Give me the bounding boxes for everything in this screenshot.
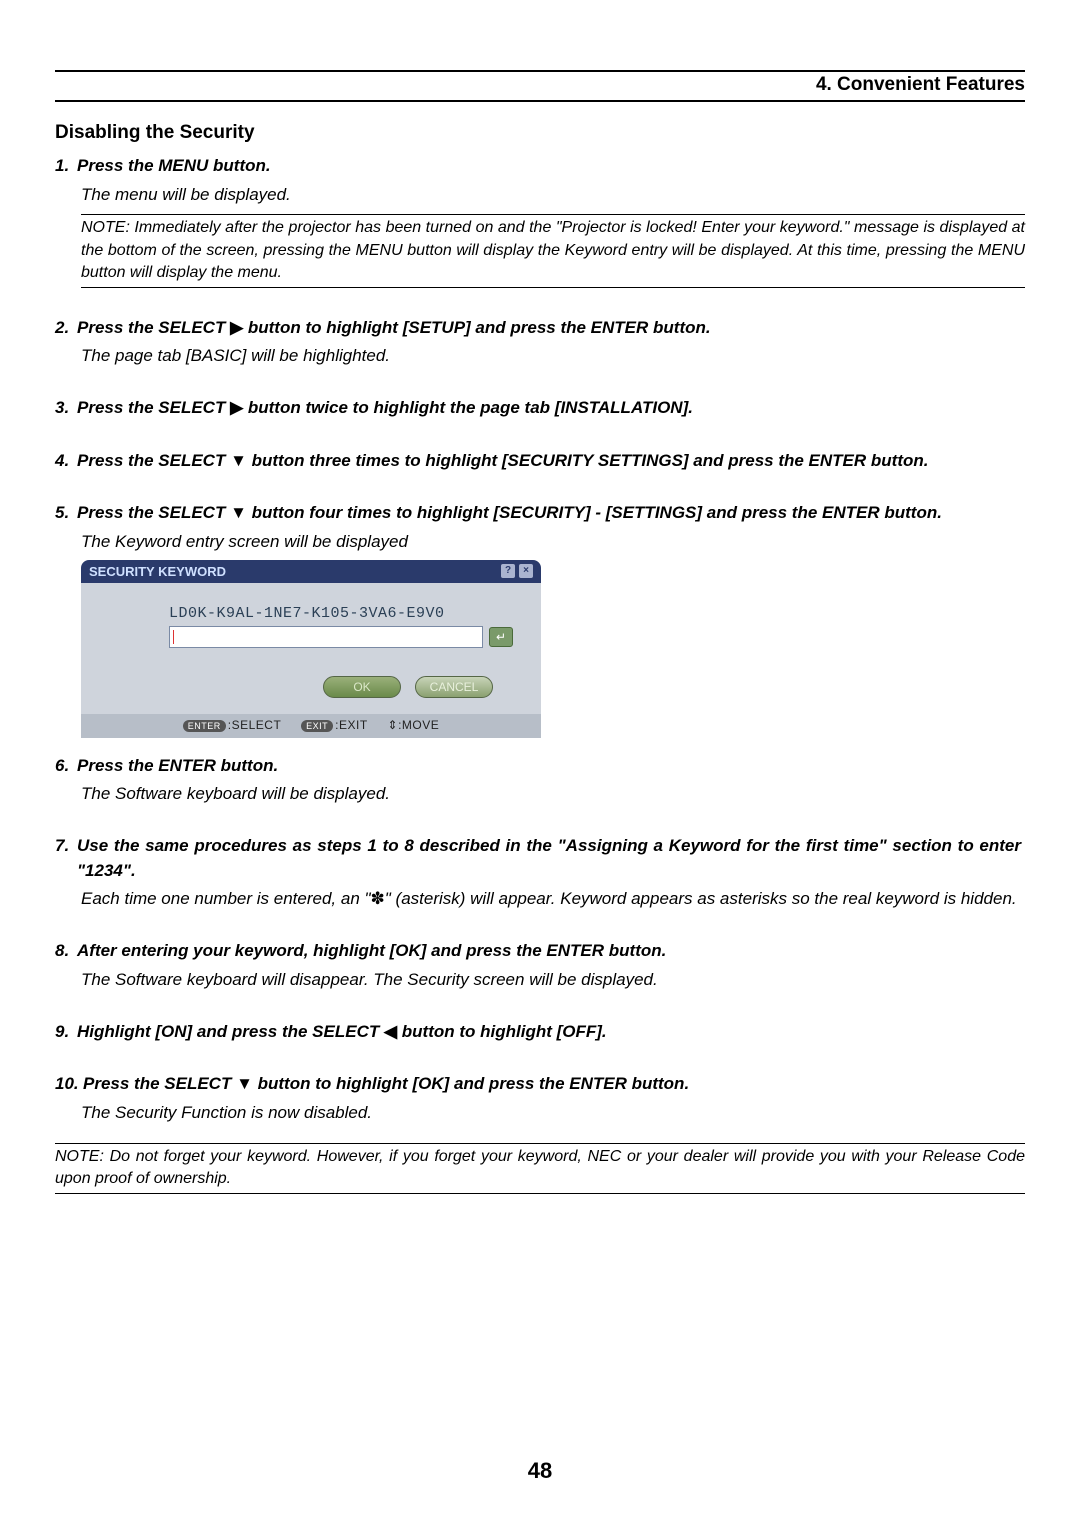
step-number: 7. [55,834,77,859]
text: button twice to highlight the page tab [… [243,398,693,417]
exit-pill: EXIT [301,720,333,732]
text: Press the SELECT [83,1074,236,1093]
step-number: 1. [55,154,77,179]
step-2: 2.Press the SELECT ▶ button to highlight… [55,316,1025,368]
step-4: 4.Press the SELECT ▼ button three times … [55,449,1025,474]
down-arrow-icon: ▼ [230,451,247,470]
right-arrow-icon: ▶ [230,318,243,337]
step-note: The Software keyboard will be displayed. [81,782,1025,806]
note-box: NOTE: Immediately after the projector ha… [81,214,1025,287]
step-title: Press the SELECT ▶ button to highlight [… [77,316,1021,341]
enter-label: :SELECT [228,718,282,732]
step-note: The page tab [BASIC] will be highlighted… [81,344,1025,368]
step-note: The menu will be displayed. [81,183,1025,207]
step-title: Highlight [ON] and press the SELECT ◀ bu… [77,1020,1021,1045]
enter-pill: ENTER [183,720,226,732]
updown-icon: ⇕ [388,718,399,732]
down-arrow-icon: ▼ [230,503,247,522]
step-title: Use the same procedures as steps 1 to 8 … [77,834,1021,883]
security-code: LD0K-K9AL-1NE7-K105-3VA6-E9V0 [169,605,513,622]
chapter-header: 4. Convenient Features [55,70,1025,102]
step-title: Press the SELECT ▼ button four times to … [77,501,1021,526]
step-6: 6.Press the ENTER button. The Software k… [55,754,1025,806]
step-title: After entering your keyword, highlight [… [77,939,1021,964]
exit-label: :EXIT [335,718,368,732]
step-number: 10. [55,1072,83,1097]
cancel-button[interactable]: CANCEL [415,676,493,698]
step-number: 3. [55,396,77,421]
step-1: 1.Press the MENU button. The menu will b… [55,154,1025,288]
step-title: Press the SELECT ▼ button three times to… [77,449,1021,474]
step-9: 9.Highlight [ON] and press the SELECT ◀ … [55,1020,1025,1045]
asterisk-icon: ✽ [371,889,385,908]
text: button to highlight [OK] and press the E… [253,1074,689,1093]
text: Press the SELECT [77,503,230,522]
step-7: 7.Use the same procedures as steps 1 to … [55,834,1025,911]
step-title: Press the ENTER button. [77,754,1021,779]
step-title: Press the MENU button. [77,154,1021,179]
step-note: The Software keyboard will disappear. Th… [81,968,1025,992]
step-number: 2. [55,316,77,341]
page-number: 48 [0,1458,1080,1484]
text: button three times to highlight [SECURIT… [247,451,929,470]
down-arrow-icon: ▼ [236,1074,253,1093]
step-number: 8. [55,939,77,964]
step-note: The Security Function is now disabled. [81,1101,1025,1125]
step-5: 5.Press the SELECT ▼ button four times t… [55,501,1025,737]
text: button to highlight [OFF]. [397,1022,607,1041]
keyword-input[interactable] [169,626,483,648]
security-keyword-dialog: SECURITY KEYWORD ? × LD0K-K9AL-1NE7-K105… [81,560,541,738]
text: button four times to highlight [SECURITY… [247,503,942,522]
dialog-body: LD0K-K9AL-1NE7-K105-3VA6-E9V0 OK CANCEL [81,583,541,714]
left-arrow-icon: ◀ [384,1022,397,1041]
move-label: :MOVE [398,718,439,732]
step-10: 10.Press the SELECT ▼ button to highligh… [55,1072,1025,1124]
final-note: NOTE: Do not forget your keyword. Howeve… [55,1143,1025,1194]
dialog-title: SECURITY KEYWORD [89,564,226,579]
step-number: 9. [55,1020,77,1045]
text: " (asterisk) will appear. Keyword appear… [385,889,1017,908]
ok-button[interactable]: OK [323,676,401,698]
step-title: Press the SELECT ▶ button twice to highl… [77,396,1021,421]
close-icon[interactable]: × [519,564,533,578]
dialog-titlebar: SECURITY KEYWORD ? × [81,560,541,583]
step-number: 5. [55,501,77,526]
step-note: The Keyword entry screen will be display… [81,530,1025,554]
right-arrow-icon: ▶ [230,398,243,417]
section-title: Disabling the Security [55,122,1025,144]
help-icon[interactable]: ? [501,564,515,578]
text: Highlight [ON] and press the SELECT [77,1022,384,1041]
text: Press the SELECT [77,318,230,337]
enter-key-icon[interactable] [489,627,513,647]
text: Press the SELECT [77,451,230,470]
step-title: Press the SELECT ▼ button to highlight [… [83,1072,1021,1097]
text: Press the SELECT [77,398,230,417]
step-number: 4. [55,449,77,474]
step-note: Each time one number is entered, an "✽" … [81,887,1025,911]
dialog-footer: ENTER:SELECT EXIT:EXIT ⇕:MOVE [81,714,541,738]
step-8: 8.After entering your keyword, highlight… [55,939,1025,991]
step-3: 3.Press the SELECT ▶ button twice to hig… [55,396,1025,421]
text: button to highlight [SETUP] and press th… [243,318,710,337]
text: Each time one number is entered, an " [81,889,371,908]
step-number: 6. [55,754,77,779]
